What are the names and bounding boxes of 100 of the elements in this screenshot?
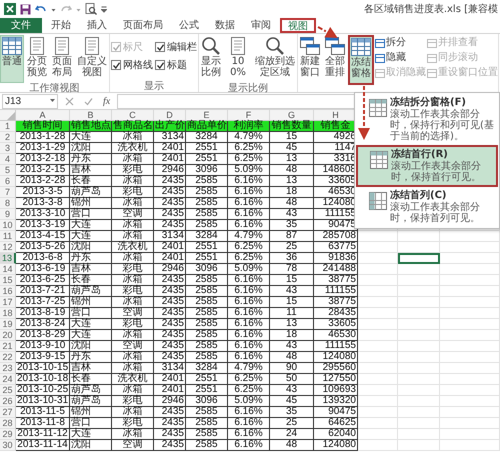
table-cell	[440, 308, 500, 319]
menu-item[interactable]: 冻结首行(R) 滚动工作表其余部分时，保持首行可见。	[356, 145, 498, 187]
table-cell: 48	[270, 165, 314, 176]
row-header[interactable]: 7	[0, 187, 16, 198]
row-header[interactable]: 10	[0, 220, 16, 231]
row-header[interactable]: 11	[0, 231, 16, 242]
ribbon-button[interactable]: 冻结窗格	[348, 35, 374, 85]
row-header[interactable]: 2	[0, 132, 16, 143]
active-cell[interactable]	[398, 253, 440, 264]
row-header[interactable]: 16	[0, 286, 16, 297]
menu-item-description: 滚动工作表其余部分时，保持首行可见。	[391, 161, 482, 183]
table-cell: 45	[270, 143, 314, 154]
name-box[interactable]: J13	[2, 94, 58, 108]
print-preview-icon[interactable]	[85, 3, 97, 15]
ribbon-button[interactable]: 新建窗口	[298, 35, 322, 83]
table-cell: 90	[270, 363, 314, 374]
table-cell	[358, 231, 398, 242]
table-cell: 彩电	[112, 165, 154, 176]
row-header[interactable]: 21	[0, 341, 16, 352]
ribbon-tab[interactable]: 数据	[208, 18, 242, 33]
row-header[interactable]: 18	[0, 308, 16, 319]
table-cell: 彩电	[112, 319, 154, 330]
row-header[interactable]: 24	[0, 374, 16, 385]
row-header[interactable]: 6	[0, 176, 16, 187]
column-header[interactable]: F	[228, 110, 270, 121]
ribbon-tab[interactable]: 视图	[280, 18, 316, 33]
table-cell: 6.16%	[228, 187, 270, 198]
customize-caret-icon[interactable]	[101, 4, 107, 14]
table-cell: 长春	[70, 374, 112, 385]
table-cell	[358, 242, 398, 253]
table-cell	[358, 352, 398, 363]
table-cell	[358, 341, 398, 352]
row-header[interactable]: 5	[0, 165, 16, 176]
table-cell: 6.16%	[228, 407, 270, 418]
row-header[interactable]: 22	[0, 352, 16, 363]
table-cell: 2013-8-24	[16, 319, 70, 330]
ribbon-button[interactable]: 显示比例	[199, 35, 223, 83]
column-header[interactable]: G	[270, 110, 314, 121]
row-header[interactable]: 1	[0, 121, 16, 132]
column-header[interactable]: A	[16, 110, 70, 121]
column-header[interactable]: C	[112, 110, 154, 121]
table-cell: 大连	[70, 220, 112, 231]
column-header[interactable]: B	[70, 110, 112, 121]
row-header[interactable]: 4	[0, 154, 16, 165]
checkbox[interactable]	[155, 60, 165, 70]
table-cell: 43	[270, 385, 314, 396]
ribbon-tab[interactable]: 公式	[172, 18, 206, 33]
row-header[interactable]: 17	[0, 297, 16, 308]
checkbox[interactable]	[111, 60, 121, 70]
checkbox[interactable]	[155, 42, 165, 52]
ribbon-button[interactable]: 自定义视图	[75, 35, 109, 83]
ribbon-tab[interactable]: 文件	[0, 18, 42, 33]
row-header[interactable]: 15	[0, 275, 16, 286]
row-header[interactable]: 14	[0, 264, 16, 275]
table-cell: 18	[270, 330, 314, 341]
table-cell: 5.09%	[228, 165, 270, 176]
ribbon-button[interactable]: 缩放到选定区域	[253, 35, 297, 83]
row-header[interactable]: 13	[0, 253, 16, 264]
check-icon[interactable]	[84, 96, 93, 106]
save-icon[interactable]	[20, 4, 31, 14]
row-header[interactable]: 19	[0, 319, 16, 330]
table-cell: 2585	[186, 275, 228, 286]
table-cell	[358, 418, 398, 429]
ribbon-tab[interactable]: 审阅	[244, 18, 278, 33]
ribbon-button[interactable]: 全部重排	[323, 35, 347, 83]
ribbon-button[interactable]: 分页预览	[25, 35, 49, 83]
ribbon-button[interactable]: 100%	[224, 35, 252, 83]
menu-item[interactable]: 冻结拆分窗格(F) 滚动工作表其余部分时，保持行和列可见(基于当前的选择)。	[356, 94, 498, 145]
ribbon-tab[interactable]: 开始	[44, 18, 78, 33]
ribbon-button[interactable]: 拆分	[375, 36, 426, 50]
column-header[interactable]: D	[154, 110, 186, 121]
table-cell	[440, 440, 500, 451]
insert-function-button[interactable]: fx	[100, 96, 114, 106]
row-header[interactable]: 12	[0, 242, 16, 253]
table-cell: 葫芦岛	[70, 385, 112, 396]
row-header[interactable]: 30	[0, 440, 16, 451]
row-header[interactable]: 23	[0, 363, 16, 374]
row-header[interactable]: 25	[0, 385, 16, 396]
ribbon-button[interactable]: 页面布局	[50, 35, 74, 83]
table-cell: 111155	[314, 341, 358, 352]
column-header[interactable]: E	[186, 110, 228, 121]
table-cell	[358, 308, 398, 319]
ribbon-button[interactable]: 隐藏	[375, 51, 426, 65]
table-cell: 2435	[154, 341, 186, 352]
row-header[interactable]: 28	[0, 418, 16, 429]
row-header[interactable]: 27	[0, 407, 16, 418]
table-cell	[398, 385, 440, 396]
row-header[interactable]: 29	[0, 429, 16, 440]
table-cell: 冰箱	[112, 253, 154, 264]
row-header[interactable]: 26	[0, 396, 16, 407]
row-header[interactable]: 9	[0, 209, 16, 220]
row-header[interactable]: 8	[0, 198, 16, 209]
table-cell: 2585	[186, 330, 228, 341]
row-header[interactable]: 20	[0, 330, 16, 341]
ribbon-tab[interactable]: 插入	[80, 18, 114, 33]
ribbon-tab[interactable]: 页面布局	[116, 18, 170, 33]
menu-item[interactable]: 冻结首列(C) 滚动工作表其余部分时，保持首列可见。	[356, 187, 498, 227]
row-header[interactable]: 3	[0, 143, 16, 154]
table-cell	[398, 264, 440, 275]
ribbon-button[interactable]: 普通	[0, 35, 24, 83]
